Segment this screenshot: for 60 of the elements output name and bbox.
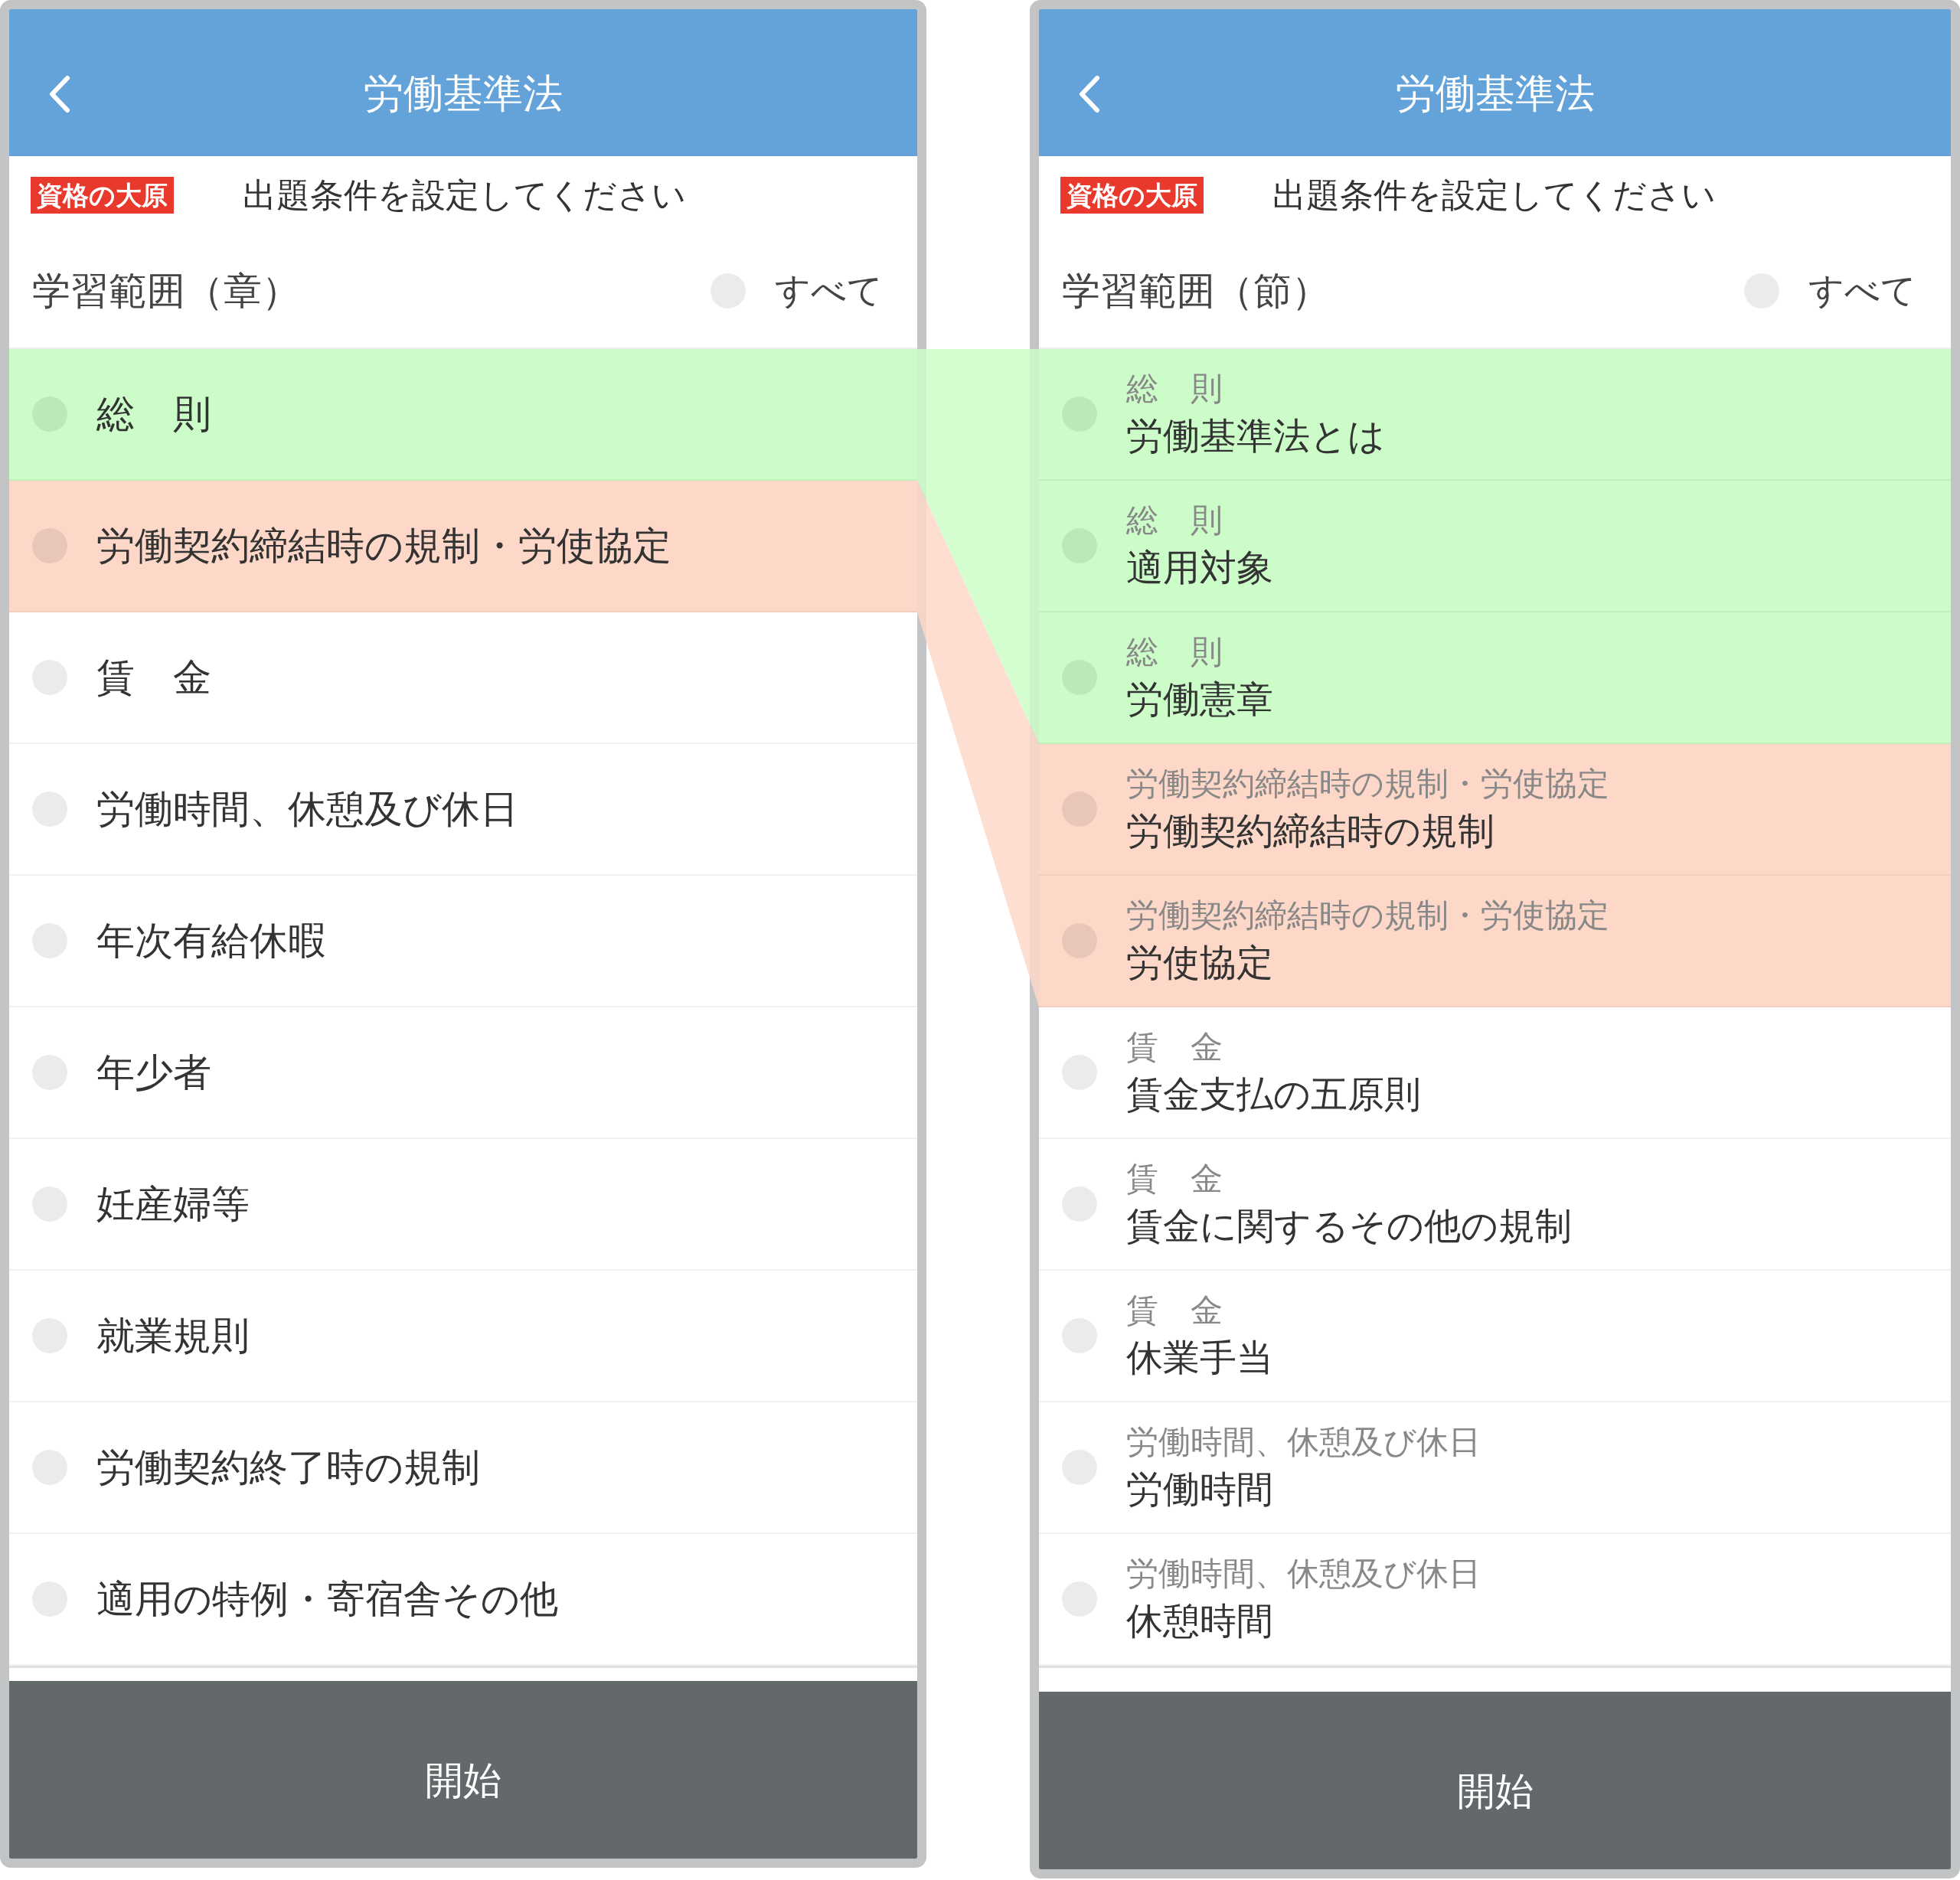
range-label: 学習範囲（節） — [1062, 267, 1330, 315]
chapter-name: 労働契約締結時の規制・労使協定 — [1126, 896, 1609, 935]
range-label: 学習範囲（章） — [32, 267, 300, 315]
list-item[interactable]: 賃 金 賃金支払の五原則 — [1039, 1007, 1951, 1139]
logo: 資格の大原 — [1060, 176, 1204, 214]
select-all-label: すべて — [775, 269, 883, 312]
section-name: 労働憲章 — [1126, 677, 1273, 722]
section-name: 労働基準法とは — [1126, 413, 1385, 459]
list-item[interactable]: 賃 金 — [9, 612, 917, 744]
chapter-name: 賃 金 — [1126, 1027, 1223, 1067]
start-button[interactable]: 開始 — [9, 1681, 917, 1859]
chapter-name: 労働時間、休憩及び休日 — [1126, 1554, 1481, 1594]
list-item[interactable]: 年少者 — [9, 1007, 917, 1139]
logo: 資格の大原 — [31, 176, 174, 214]
list-item[interactable]: 労働契約締結時の規制・労使協定 — [9, 481, 917, 612]
chapter-name: 労働契約終了時の規制 — [96, 1444, 480, 1491]
section-name: 労働時間 — [1126, 1467, 1274, 1512]
chapter-name: 年次有給休暇 — [96, 917, 326, 964]
list-item[interactable]: 適用の特例・寄宿舎その他 — [9, 1534, 917, 1666]
chapter-name: 適用の特例・寄宿舎その他 — [96, 1575, 558, 1623]
list-item[interactable]: 労働時間、休憩及び休日 労働時間 — [1039, 1402, 1951, 1534]
prompt-text: 出題条件を設定してください — [243, 174, 686, 216]
back-icon[interactable] — [1077, 75, 1100, 113]
chapter-name: 労働契約締結時の規制・労使協定 — [1126, 764, 1609, 804]
chapter-name: 労働時間、休憩及び休日 — [96, 785, 518, 833]
list-item[interactable]: 妊産婦等 — [9, 1139, 917, 1271]
section-name: 休憩時間 — [1126, 1598, 1274, 1643]
section-name: 賃金に関するその他の規制 — [1126, 1203, 1572, 1248]
chapter-name: 賃 金 — [1126, 1159, 1223, 1199]
chapter-name: 賃 金 — [1126, 1291, 1223, 1330]
section-name: 休業手当 — [1126, 1335, 1273, 1380]
chapter-name: 労働時間、休憩及び休日 — [1126, 1422, 1481, 1462]
chapter-name: 年少者 — [96, 1049, 211, 1096]
list-item[interactable]: 労働時間、休憩及び休日 休憩時間 — [1039, 1534, 1951, 1666]
chapter-name: 総 則 — [1126, 501, 1223, 540]
back-icon[interactable] — [47, 75, 70, 113]
chapter-name: 賃 金 — [96, 654, 211, 701]
chapter-name: 総 則 — [1126, 632, 1223, 672]
section-name: 適用対象 — [1126, 545, 1273, 590]
list-item[interactable]: 賃 金 休業手当 — [1039, 1271, 1951, 1402]
chapter-name: 就業規則 — [96, 1312, 250, 1359]
section-name: 労働契約締結時の規制 — [1126, 808, 1495, 854]
chapter-name: 総 則 — [1126, 369, 1223, 409]
chapter-name: 妊産婦等 — [96, 1180, 250, 1228]
list-item[interactable]: 労働時間、休憩及び休日 — [9, 744, 917, 876]
prompt-text: 出題条件を設定してください — [1272, 174, 1716, 216]
list-item[interactable]: 労働契約終了時の規制 — [9, 1402, 917, 1534]
chapter-name: 労働契約締結時の規制・労使協定 — [96, 522, 671, 570]
section-name: 賃金支払の五原則 — [1126, 1072, 1421, 1117]
list-item[interactable]: 労働契約締結時の規制・労使協定 労働契約締結時の規制 — [1039, 744, 1951, 876]
list-item[interactable]: 年次有給休暇 — [9, 876, 917, 1007]
chapter-name: 総 則 — [96, 390, 211, 438]
list-item[interactable]: 賃 金 賃金に関するその他の規制 — [1039, 1139, 1951, 1271]
screen-title: 労働基準法 — [1394, 70, 1596, 118]
select-all-label: すべて — [1808, 269, 1916, 312]
list-item[interactable]: 労働契約締結時の規制・労使協定 労使協定 — [1039, 876, 1951, 1007]
start-button[interactable]: 開始 — [1039, 1692, 1951, 1869]
screen-title: 労働基準法 — [363, 70, 564, 118]
section-name: 労使協定 — [1126, 940, 1274, 985]
list-item[interactable]: 就業規則 — [9, 1271, 917, 1402]
